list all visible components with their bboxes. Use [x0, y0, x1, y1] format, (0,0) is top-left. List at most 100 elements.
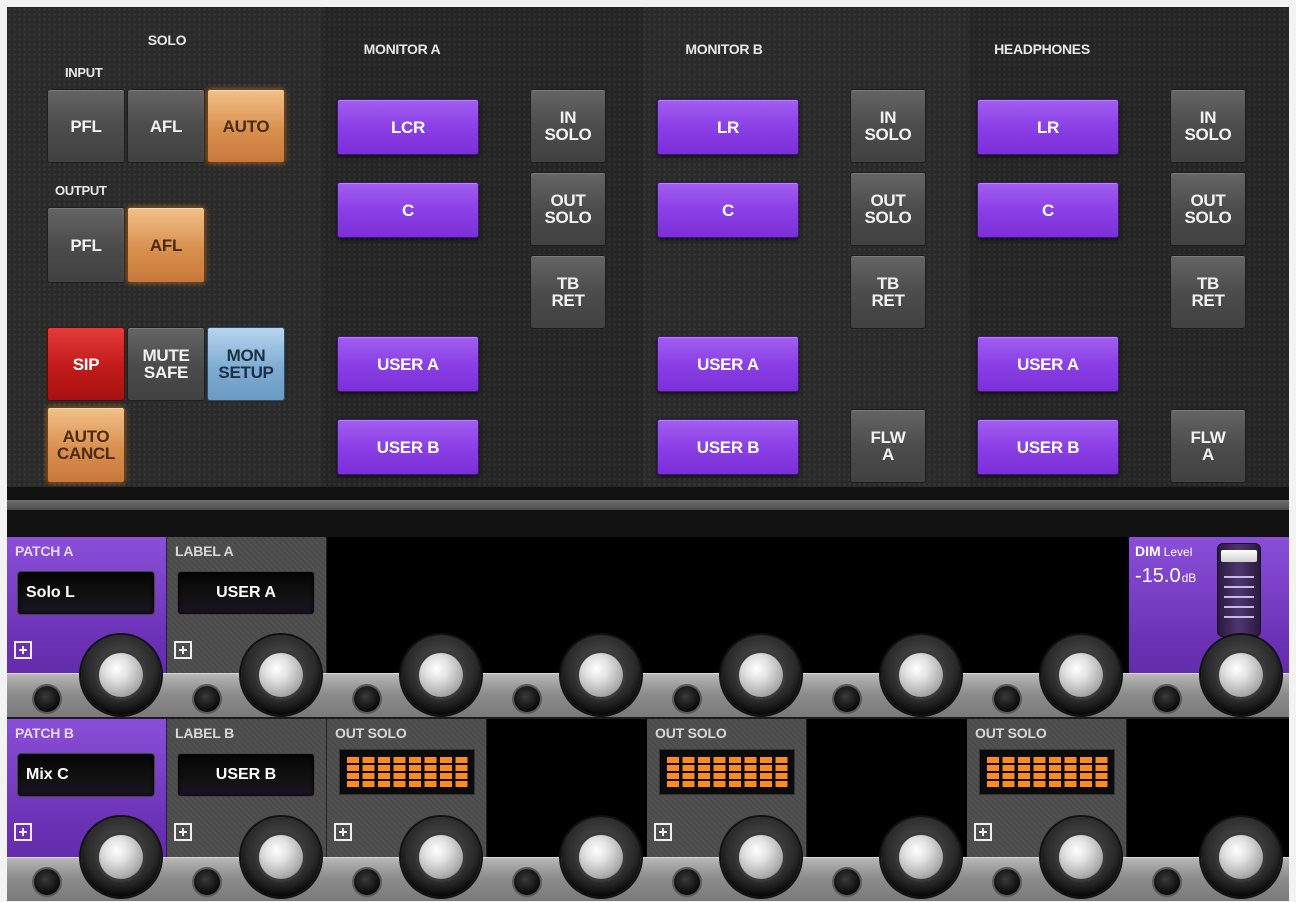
rotary-knob[interactable]: [721, 817, 801, 897]
encoder-push-button[interactable]: [514, 686, 540, 712]
headphones-out-solo-button[interactable]: OUT SOLO: [1170, 172, 1246, 246]
meter-segment: [713, 757, 726, 763]
meter-segment: [1018, 765, 1030, 771]
input-afl-button[interactable]: AFL: [127, 89, 205, 163]
input-pfl-button[interactable]: PFL: [47, 89, 125, 163]
output-afl-button[interactable]: AFL: [127, 207, 205, 283]
meter-segment: [775, 765, 788, 771]
meter-segment: [1033, 765, 1046, 771]
rotary-knob[interactable]: [401, 817, 481, 897]
encoder-push-button[interactable]: [994, 869, 1020, 895]
monitor-a-c-button[interactable]: C: [337, 182, 479, 238]
expand-icon[interactable]: [174, 823, 192, 841]
monitor-b-user-b-button[interactable]: USER B: [657, 419, 799, 475]
expand-icon[interactable]: [174, 641, 192, 659]
mute-safe-button[interactable]: MUTE SAFE: [127, 327, 205, 401]
rotary-knob[interactable]: [1041, 635, 1121, 715]
rotary-knob[interactable]: [81, 635, 161, 715]
label-b-value[interactable]: USER B: [177, 753, 315, 797]
mon-setup-button[interactable]: MON SETUP: [207, 327, 285, 401]
headphones-user-a-button[interactable]: USER A: [977, 336, 1119, 392]
meter-segment: [760, 757, 772, 763]
rotary-knob[interactable]: [1201, 817, 1281, 897]
monitor-a-lcr-button[interactable]: LCR: [337, 99, 479, 155]
headphones-tb-ret-button[interactable]: TB RET: [1170, 255, 1246, 329]
meter-segment: [1064, 757, 1077, 763]
dim-fader[interactable]: [1217, 543, 1261, 637]
encoder-push-button[interactable]: [834, 869, 860, 895]
encoder-push-button[interactable]: [834, 686, 860, 712]
meter-segment: [455, 773, 468, 779]
encoder-push-button[interactable]: [194, 686, 220, 712]
headphones-flw-a-button[interactable]: FLW A: [1170, 409, 1246, 483]
rotary-knob[interactable]: [1041, 817, 1121, 897]
level-meter-segments: [667, 757, 788, 787]
rotary-knob[interactable]: [81, 817, 161, 897]
monitor-b-flw-a-button[interactable]: FLW A: [850, 409, 926, 483]
expand-icon[interactable]: [654, 823, 672, 841]
rotary-knob[interactable]: [881, 635, 961, 715]
encoder-push-button[interactable]: [674, 869, 700, 895]
headphones-user-b-button[interactable]: USER B: [977, 419, 1119, 475]
monitor-a-out-solo-button[interactable]: OUT SOLO: [530, 172, 606, 246]
meter-segment: [775, 757, 788, 763]
meter-segment: [362, 781, 375, 787]
expand-icon[interactable]: [334, 823, 352, 841]
meter-segment: [667, 781, 679, 787]
encoder-push-button[interactable]: [514, 869, 540, 895]
monitor-a-section: [323, 7, 643, 487]
auto-cancl-button[interactable]: AUTO CANCL: [47, 407, 125, 483]
monitor-b-c-button[interactable]: C: [657, 182, 799, 238]
input-auto-button[interactable]: AUTO: [207, 89, 285, 163]
encoder-push-button[interactable]: [674, 686, 700, 712]
monitor-b-lr-button[interactable]: LR: [657, 99, 799, 155]
monitor-a-user-b-button[interactable]: USER B: [337, 419, 479, 475]
meter-segment: [1018, 781, 1030, 787]
label-a-value[interactable]: USER A: [177, 571, 315, 615]
headphones-in-solo-button[interactable]: IN SOLO: [1170, 89, 1246, 163]
monitor-a-user-a-button[interactable]: USER A: [337, 336, 479, 392]
encoder-push-button[interactable]: [194, 869, 220, 895]
monitor-a-tb-ret-button[interactable]: TB RET: [530, 255, 606, 329]
rotary-knob[interactable]: [1201, 635, 1281, 715]
monitor-b-in-solo-button[interactable]: IN SOLO: [850, 89, 926, 163]
encoder-push-button[interactable]: [1154, 869, 1180, 895]
rotary-knob[interactable]: [241, 635, 321, 715]
rotary-knob[interactable]: [721, 635, 801, 715]
output-pfl-button[interactable]: PFL: [47, 207, 125, 283]
encoder-push-button[interactable]: [34, 869, 60, 895]
patch-b-value[interactable]: Mix C: [17, 753, 155, 797]
encoder-push-button[interactable]: [34, 686, 60, 712]
patch-a-value[interactable]: Solo L: [17, 571, 155, 615]
sip-button[interactable]: SIP: [47, 327, 125, 401]
encoder-push-button[interactable]: [1154, 686, 1180, 712]
fader-cap[interactable]: [1221, 550, 1257, 562]
expand-icon[interactable]: [974, 823, 992, 841]
headphones-c-button[interactable]: C: [977, 182, 1119, 238]
rotary-knob[interactable]: [401, 635, 481, 715]
headphones-lr-button[interactable]: LR: [977, 99, 1119, 155]
meter-segment: [378, 765, 390, 771]
rotary-knob[interactable]: [881, 817, 961, 897]
rotary-knob[interactable]: [561, 635, 641, 715]
meter-segment: [1095, 765, 1108, 771]
monitor-b-out-solo-button[interactable]: OUT SOLO: [850, 172, 926, 246]
encoder-push-button[interactable]: [994, 686, 1020, 712]
monitor-a-title: MONITOR A: [363, 41, 441, 57]
meter-segment: [1064, 781, 1077, 787]
encoder-push-button[interactable]: [354, 686, 380, 712]
meter-segment: [682, 781, 695, 787]
meter-segment: [393, 773, 406, 779]
rotary-knob[interactable]: [561, 817, 641, 897]
encoder-push-button[interactable]: [354, 869, 380, 895]
monitor-b-user-a-button[interactable]: USER A: [657, 336, 799, 392]
meter-segment: [744, 773, 757, 779]
expand-icon[interactable]: [14, 641, 32, 659]
meter-segment: [667, 765, 679, 771]
out-solo-meter: [339, 749, 475, 795]
monitor-b-tb-ret-button[interactable]: TB RET: [850, 255, 926, 329]
meter-segment: [1033, 757, 1046, 763]
rotary-knob[interactable]: [241, 817, 321, 897]
expand-icon[interactable]: [14, 823, 32, 841]
monitor-a-in-solo-button[interactable]: IN SOLO: [530, 89, 606, 163]
